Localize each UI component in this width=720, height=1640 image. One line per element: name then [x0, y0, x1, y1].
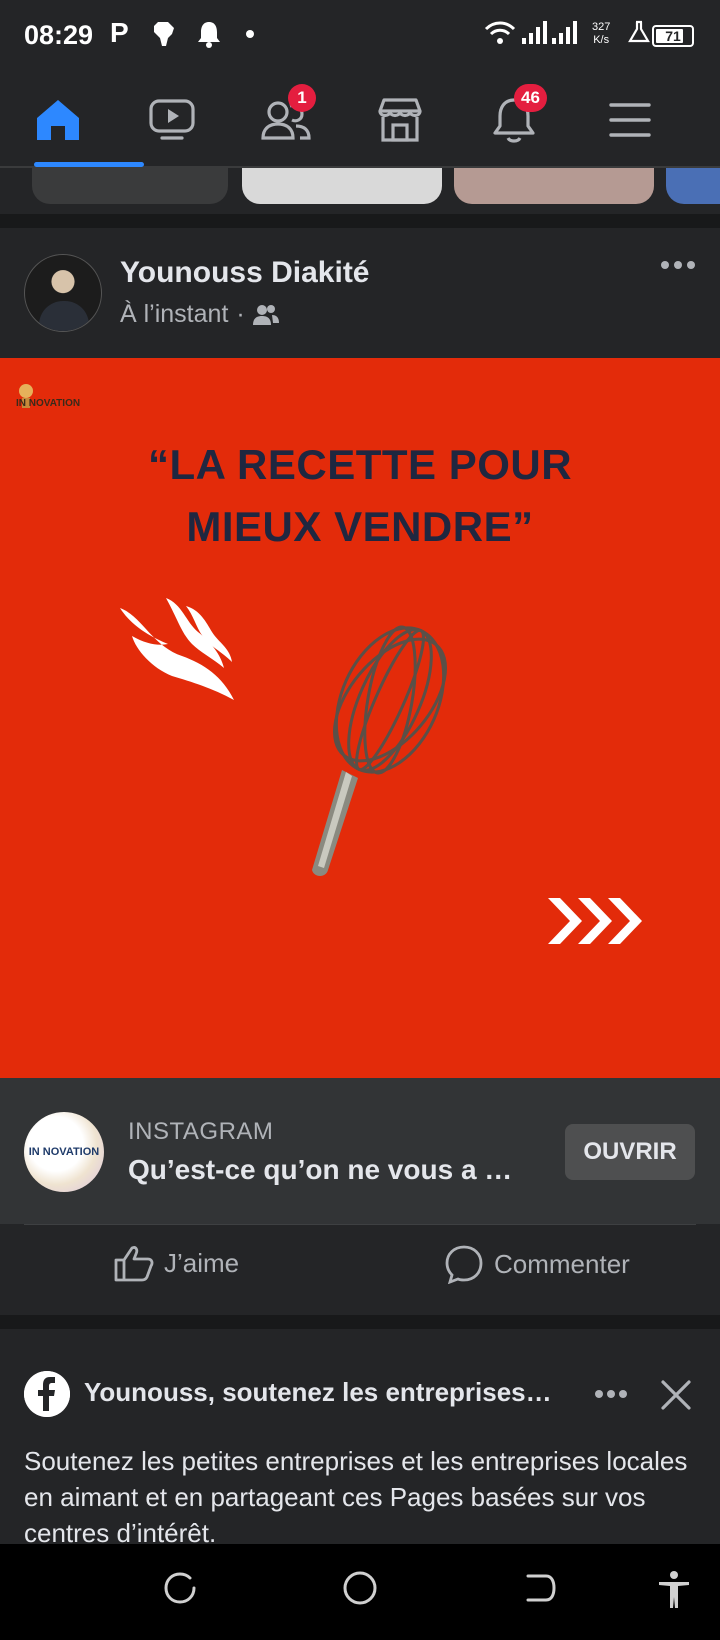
story-card[interactable] — [242, 168, 442, 204]
system-nav-bar — [0, 1544, 720, 1640]
video-icon — [149, 99, 195, 140]
story-card[interactable] — [454, 168, 654, 204]
post-options-button[interactable] — [660, 258, 704, 278]
suggestion-text: Soutenez les petites entreprises et les … — [24, 1446, 688, 1548]
post-image[interactable]: IN NOVATION “LA RECETTE POUR MIEUX VENDR… — [0, 358, 720, 1078]
suggestion-options-button[interactable] — [594, 1387, 628, 1405]
headline-line-2: MIEUX VENDRE” — [186, 503, 534, 550]
avatar[interactable] — [24, 254, 102, 332]
status-bar: 08:29 P 327 K/s 71 — [0, 0, 720, 72]
tab-menu[interactable] — [600, 90, 660, 150]
home-icon — [37, 100, 79, 140]
more-icon — [661, 261, 695, 269]
comment-icon — [445, 1245, 483, 1284]
menu-icon — [609, 103, 651, 137]
like-label: J’aime — [164, 1247, 240, 1278]
close-icon — [661, 1380, 691, 1410]
battery-level: 71 — [665, 28, 681, 44]
friends-badge: 1 — [288, 84, 316, 112]
friends-icon — [252, 304, 279, 325]
link-source: INSTAGRAM — [128, 1118, 274, 1145]
recent-apps-button[interactable] — [162, 1570, 198, 1611]
smoke-icon — [120, 598, 234, 700]
facebook-logo-icon — [24, 1371, 70, 1417]
link-title[interactable]: Qu’est-ce qu’on ne vous a pa… — [128, 1154, 528, 1186]
dot-icon — [246, 30, 254, 38]
feed-separator — [0, 214, 720, 228]
post-meta: À l’instant · — [120, 300, 279, 329]
net-speed-value: 327 — [592, 21, 611, 33]
link-preview[interactable]: IN NOVATION INSTAGRAM Qu’est-ce qu’on ne… — [0, 1078, 720, 1224]
top-nav-bar: 1 46 — [0, 72, 720, 168]
tab-friends[interactable]: 1 — [256, 84, 316, 150]
flask-icon — [628, 20, 650, 49]
post-time[interactable]: À l’instant — [120, 300, 228, 329]
notifications-badge: 46 — [514, 84, 547, 112]
suggestion-title: Younouss, soutenez les entreprises… — [84, 1377, 552, 1407]
home-button[interactable] — [342, 1570, 378, 1611]
tab-home[interactable] — [28, 90, 88, 150]
accessibility-icon — [659, 1571, 689, 1608]
net-speed: 327 K/s — [592, 21, 610, 47]
tab-marketplace[interactable] — [370, 90, 430, 150]
dismiss-button[interactable] — [660, 1379, 692, 1416]
thumbs-up-icon — [114, 1246, 154, 1282]
whisk-icon — [312, 625, 448, 876]
story-card[interactable] — [32, 168, 228, 204]
post-actions: J’aime Commenter — [0, 1226, 720, 1314]
home-circle-icon — [343, 1571, 377, 1605]
stories-strip[interactable] — [0, 168, 720, 214]
image-headline: “LA RECETTE POUR MIEUX VENDRE” — [0, 434, 720, 558]
link-logo: IN NOVATION — [24, 1112, 104, 1192]
tab-notifications[interactable]: 46 — [484, 84, 547, 150]
status-time: 08:29 — [24, 20, 94, 50]
like-button[interactable]: J’aime — [114, 1244, 239, 1282]
battery-icon: 71 — [652, 25, 694, 47]
meta-separator: · — [236, 300, 245, 328]
signal-icon — [552, 20, 578, 51]
comment-label: Commenter — [494, 1248, 630, 1279]
recent-apps-icon — [164, 1572, 196, 1604]
more-icon — [595, 1390, 627, 1398]
back-button[interactable] — [522, 1570, 558, 1611]
innovation-logo: IN NOVATION — [16, 382, 80, 415]
open-button[interactable]: OUVRIR — [565, 1124, 695, 1180]
signal-icon — [522, 20, 548, 51]
chevrons-icon — [548, 898, 642, 944]
avatar-figure — [39, 301, 89, 331]
store-icon — [378, 98, 422, 142]
carrier-icon: P — [110, 17, 129, 48]
accessibility-button[interactable] — [656, 1570, 692, 1615]
bell-icon — [196, 20, 222, 53]
tab-watch[interactable] — [142, 90, 202, 150]
headline-line-1: “LA RECETTE POUR — [147, 441, 573, 488]
logo-text: IN NOVATION — [16, 398, 81, 409]
suggestion-card: Younouss, soutenez les entreprises… Sout… — [0, 1329, 720, 1548]
back-icon — [526, 1574, 556, 1602]
feed-separator — [0, 1315, 720, 1329]
wifi-icon — [484, 20, 516, 51]
africa-icon — [152, 20, 176, 53]
comment-button[interactable]: Commenter — [444, 1244, 630, 1284]
post-author[interactable]: Younouss Diakité — [120, 256, 370, 290]
story-card[interactable] — [666, 168, 720, 204]
active-tab-indicator — [34, 162, 144, 167]
feed-post: Younouss Diakité À l’instant · IN NOVATI… — [0, 228, 720, 1315]
net-speed-unit: K/s — [593, 34, 610, 46]
divider — [24, 1224, 696, 1225]
